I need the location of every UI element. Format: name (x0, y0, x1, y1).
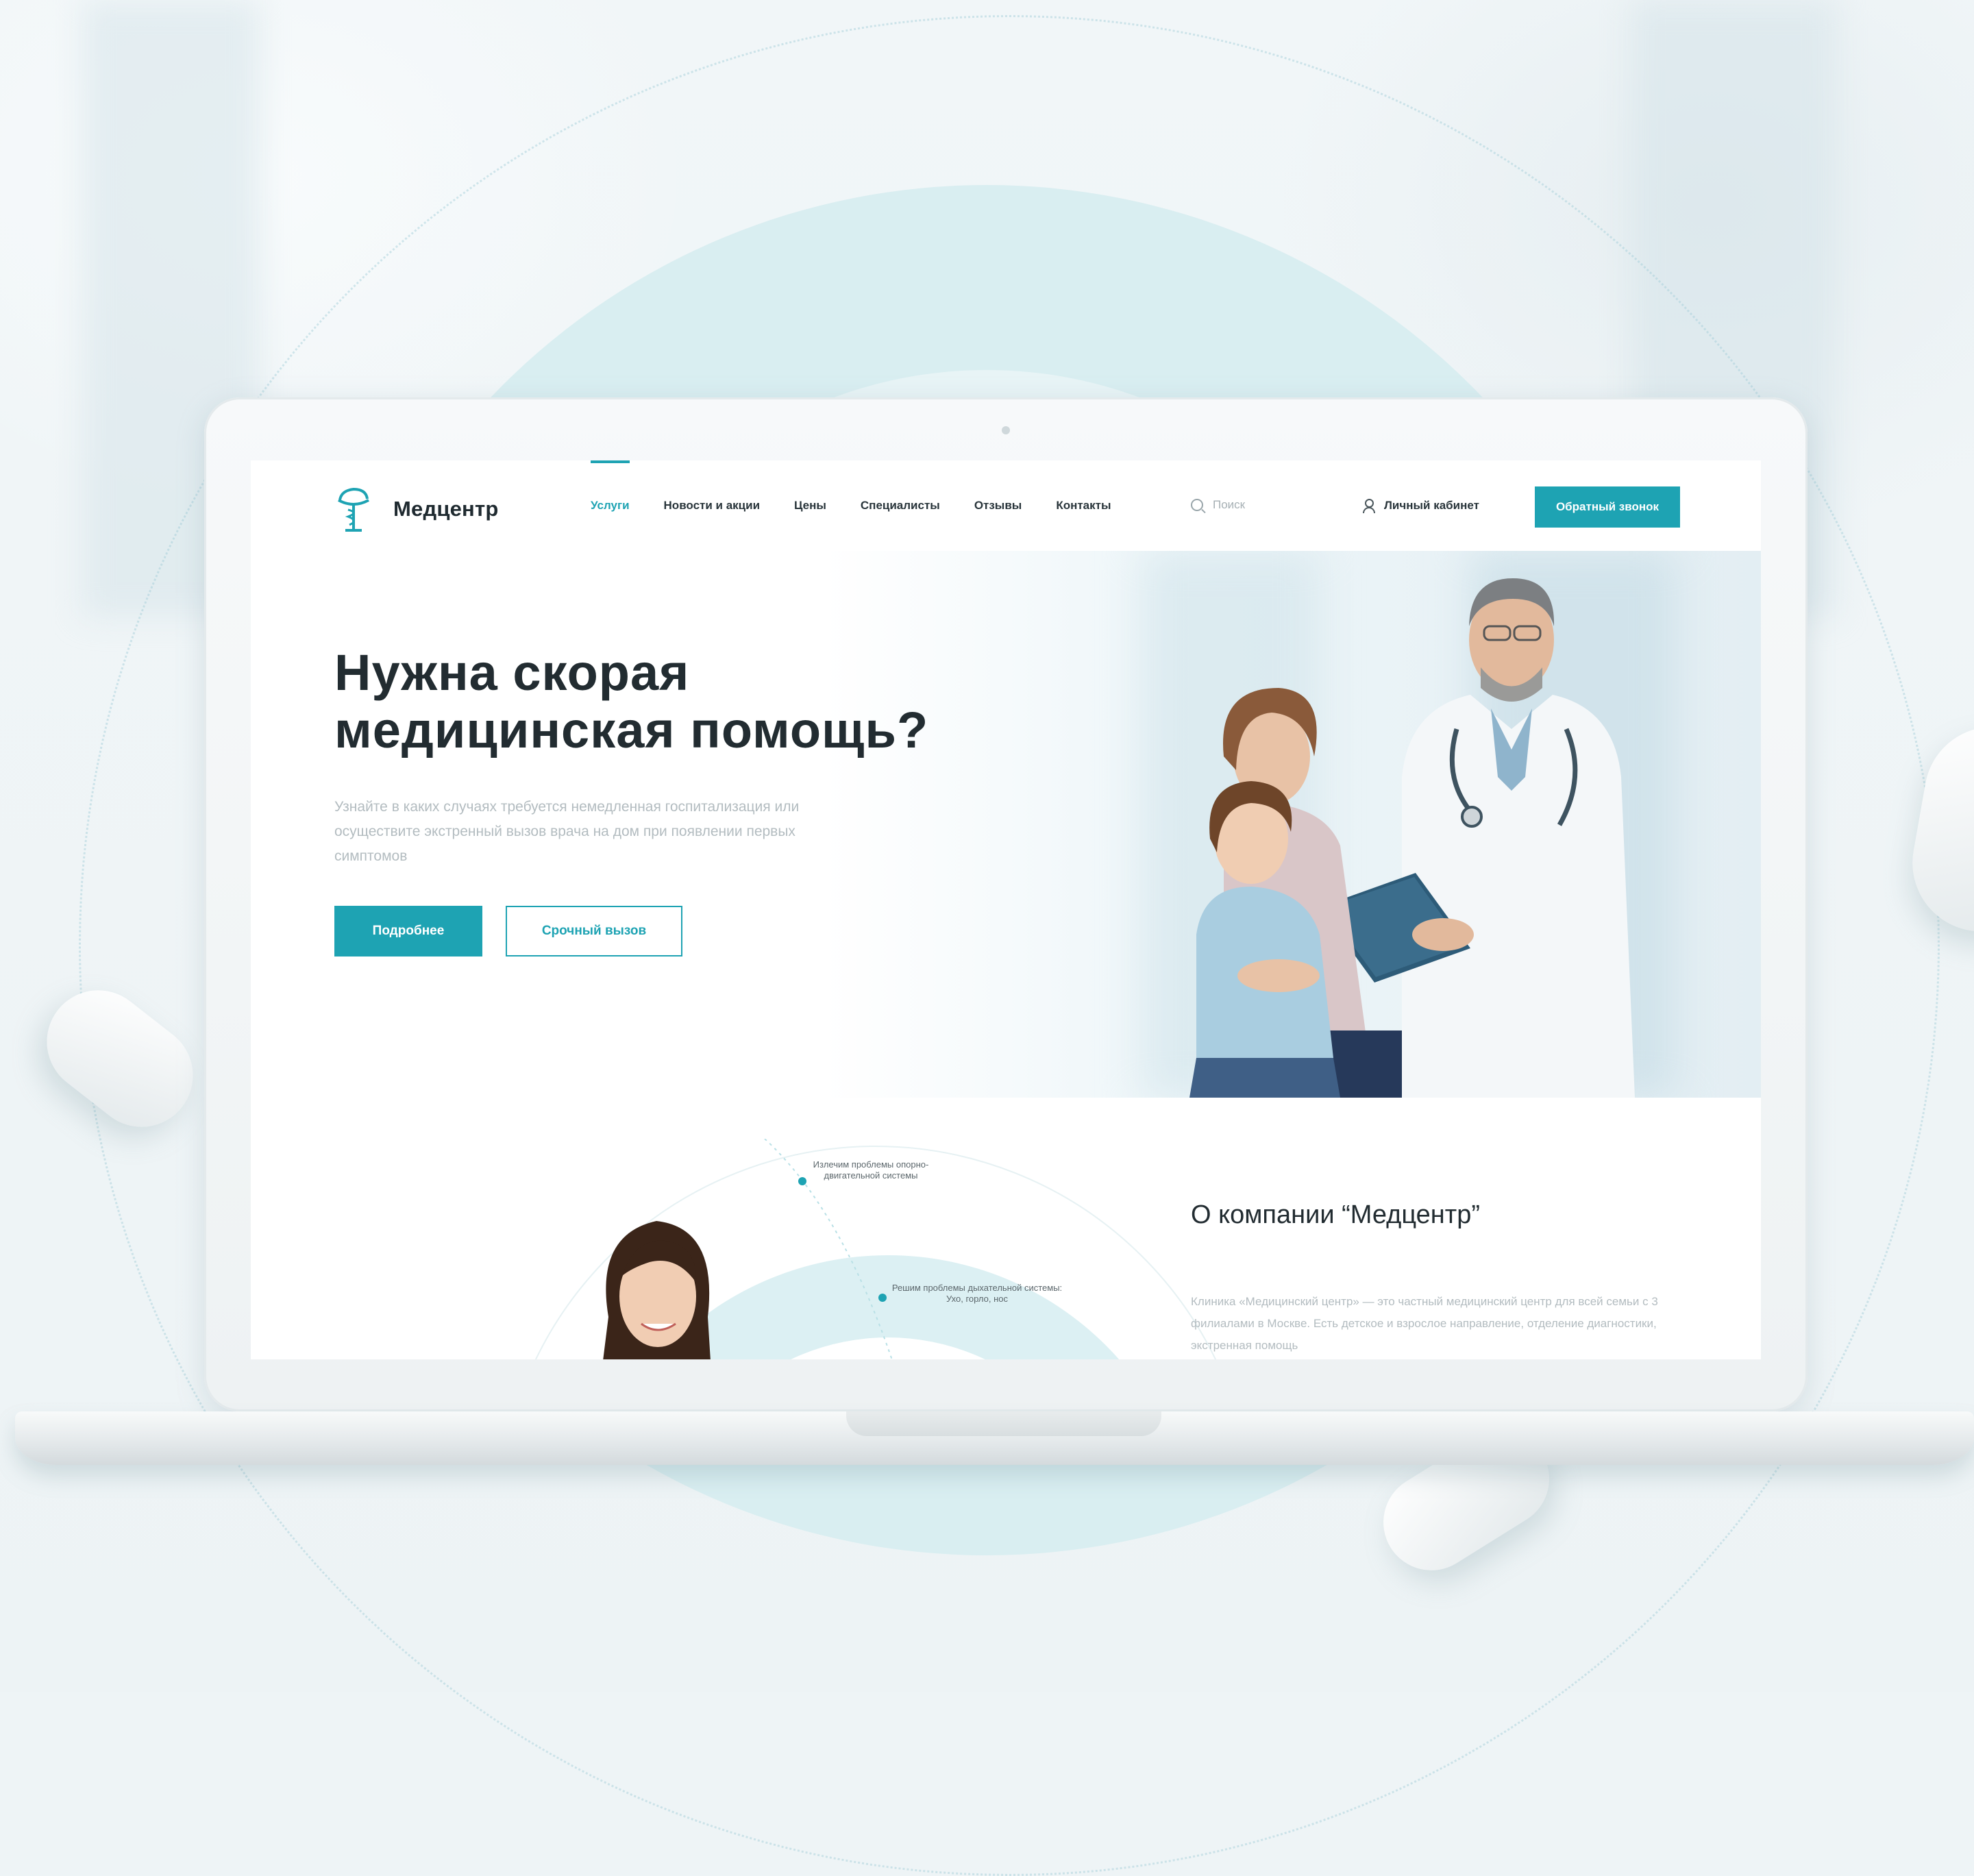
nav-item-prices[interactable]: Цены (794, 499, 826, 513)
feature-musculoskeletal: Излечим проблемы опорно-двигательной сис… (813, 1159, 929, 1181)
more-button[interactable]: Подробнее (334, 906, 482, 956)
brand-name: Медцентр (393, 497, 499, 521)
bowl-of-hygieia-icon (338, 487, 369, 532)
doctor-woman-photo (603, 1221, 711, 1359)
nav-item-reviews[interactable]: Отзывы (974, 499, 1022, 513)
nav-item-services[interactable]: Услуги (591, 460, 630, 513)
laptop-camera (1002, 426, 1010, 434)
hero-title: Нужна скорая медицинская помощь? (334, 644, 928, 759)
logo[interactable]: Медцентр (332, 485, 498, 533)
search-icon (1191, 499, 1203, 511)
hero-title-line: медицинская помощь? (334, 702, 929, 758)
callback-button[interactable]: Обратный звонок (1535, 486, 1680, 528)
hero-photo-doctor-family (1189, 578, 1635, 1098)
laptop-base-notch (846, 1411, 1161, 1436)
hero-title-line: Нужна скорая (334, 644, 690, 701)
about-text: Клиника «Медицинский центр» — это частны… (1191, 1295, 1658, 1352)
hero-section: Нужна скорая медицинская помощь? Узнайте… (251, 551, 1761, 1098)
nav-item-specialists[interactable]: Специалисты (861, 499, 940, 513)
nav-item-contacts[interactable]: Контакты (1056, 499, 1111, 513)
hero-description: Узнайте в каких случаях требуется немедл… (334, 799, 800, 864)
account-label: Личный кабинет (1384, 499, 1479, 512)
about-title: О компании “Медцентр” (1191, 1200, 1480, 1229)
urgent-call-button[interactable]: Срочный вызов (506, 906, 682, 956)
main-nav: Услуги Новости и акции Цены Специалисты … (591, 460, 1145, 513)
nav-item-news[interactable]: Новости и акции (664, 499, 761, 513)
search-input[interactable] (1211, 497, 1310, 513)
user-icon (1362, 499, 1375, 513)
account-link[interactable]: Личный кабинет (1362, 499, 1479, 513)
about-section: Излечим проблемы опорно-двигательной сис… (251, 1098, 1761, 1359)
search (1191, 497, 1310, 513)
site-header: Медцентр Услуги Новости и акции Цены Спе… (251, 460, 1761, 551)
feature-respiratory: Решим проблемы дыхательной системы: Ухо,… (891, 1283, 1063, 1304)
laptop-screen: Медцентр Услуги Новости и акции Цены Спе… (251, 460, 1761, 1359)
